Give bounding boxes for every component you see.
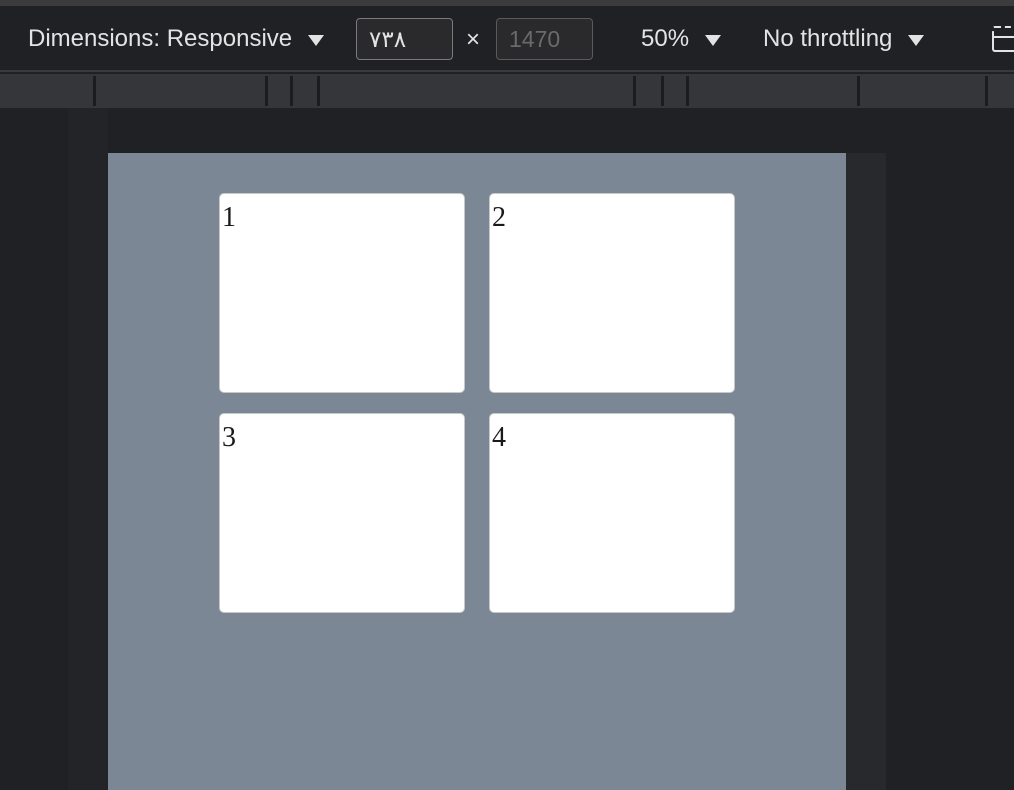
card-label: 1 (222, 202, 236, 233)
card-label: 2 (492, 202, 506, 233)
media-query-marker[interactable] (93, 76, 96, 106)
card-label: 4 (492, 422, 506, 453)
card-label: 3 (222, 422, 236, 453)
grid-card-2: 2 (489, 193, 735, 393)
grid-card-3: 3 (219, 413, 465, 613)
zoom-label: 50% (641, 25, 690, 52)
throttling-dropdown[interactable]: No throttling (763, 6, 925, 72)
height-placeholder: 1470 (509, 25, 561, 52)
grid-card-4: 4 (489, 413, 735, 613)
zoom-dropdown[interactable]: 50% (641, 6, 722, 72)
viewport-resize-handle[interactable] (846, 153, 886, 790)
device-toolbar: Dimensions: Responsive ٧٣٨ × 1470 50% No… (0, 6, 1014, 72)
dimensions-label: Dimensions: Responsive (28, 25, 293, 52)
height-input[interactable]: 1470 (496, 18, 593, 60)
media-query-marker[interactable] (265, 76, 268, 106)
times-icon: × (466, 26, 481, 53)
media-query-bar[interactable] (0, 74, 1014, 108)
device-mode-icon[interactable] (992, 26, 1014, 52)
media-query-marker[interactable] (686, 76, 689, 106)
width-input[interactable]: ٧٣٨ (356, 18, 453, 60)
media-query-marker[interactable] (290, 76, 293, 106)
grid-card-1: 1 (219, 193, 465, 393)
zoom-caret-icon (705, 34, 722, 46)
dimensions-dropdown[interactable]: Dimensions: Responsive (28, 6, 325, 72)
throttling-caret-icon (908, 34, 925, 46)
throttling-label: No throttling (763, 25, 893, 52)
viewport-left-gutter (68, 108, 108, 790)
width-value: ٧٣٨ (369, 25, 407, 52)
media-query-marker[interactable] (317, 76, 320, 106)
emulated-page: 1 2 3 4 (108, 153, 846, 790)
media-query-marker[interactable] (857, 76, 860, 106)
media-query-marker[interactable] (633, 76, 636, 106)
media-query-marker[interactable] (661, 76, 664, 106)
dimensions-caret-icon (308, 34, 325, 46)
media-query-marker[interactable] (985, 76, 988, 106)
